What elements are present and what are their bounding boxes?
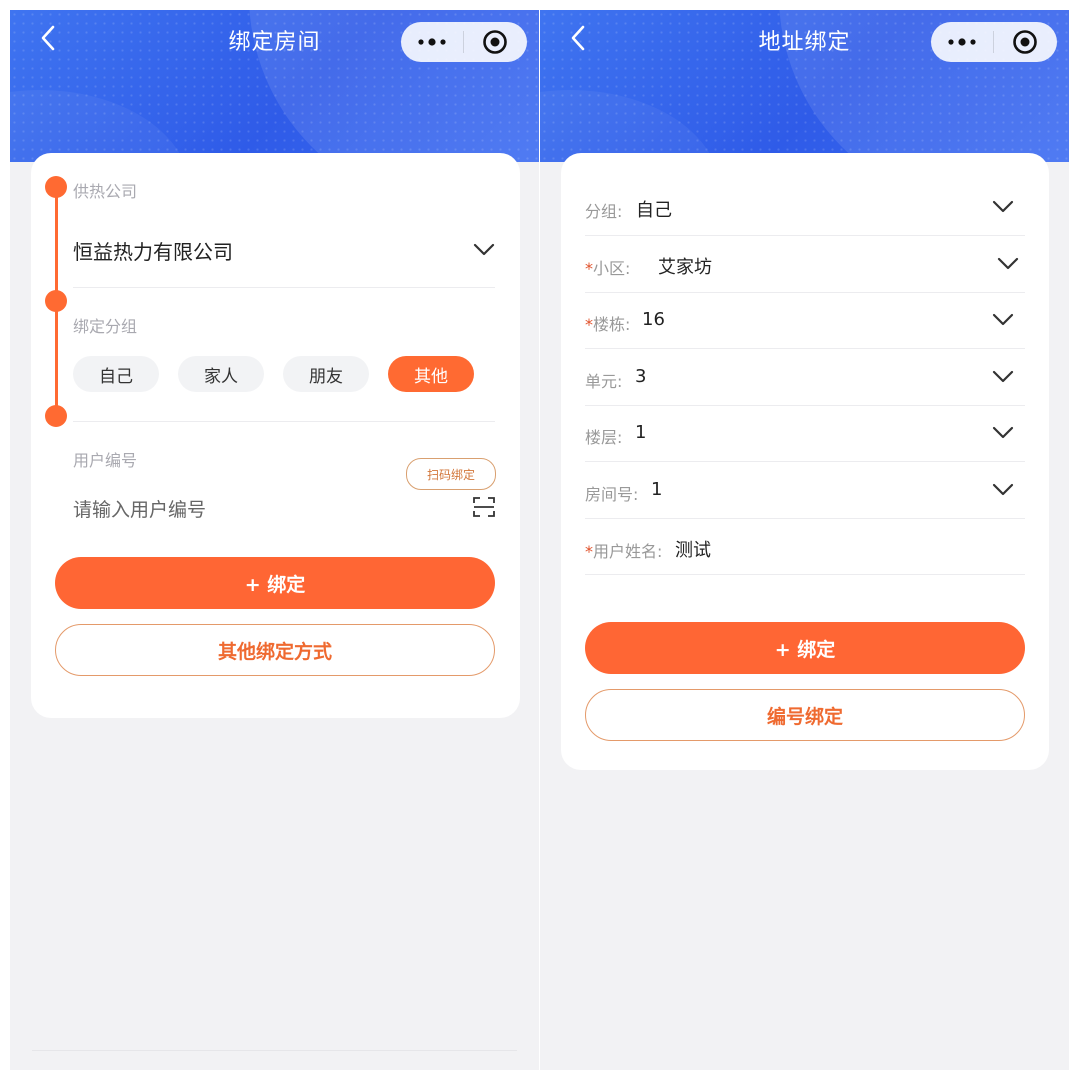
bind-button[interactable]: + 绑定 — [55, 557, 495, 609]
chevron-down-icon[interactable] — [992, 370, 1014, 384]
divider — [585, 235, 1025, 236]
divider — [585, 461, 1025, 462]
other-bind-method-button[interactable]: 其他绑定方式 — [55, 624, 495, 676]
scan-icon[interactable] — [473, 496, 495, 518]
community-field-value[interactable]: 艾家坊 — [658, 253, 712, 279]
close-target-icon — [483, 30, 507, 54]
scan-bind-button[interactable]: 扫码绑定 — [406, 458, 496, 490]
close-mini-program-button[interactable] — [994, 22, 1056, 62]
timeline-dot — [45, 290, 67, 312]
company-label: 供热公司 — [73, 182, 138, 201]
divider — [585, 292, 1025, 293]
community-field-label: *小区: — [585, 259, 631, 278]
room-field-value[interactable]: 1 — [651, 479, 662, 500]
bind-button[interactable]: + 绑定 — [585, 622, 1025, 674]
bind-room-screen: 绑定房间 供热公司 恒益热力有限公司 绑定分组 自己 家人 朋友 其他 用户编号… — [10, 10, 539, 1070]
chevron-down-icon[interactable] — [992, 200, 1014, 214]
unit-field-label: 单元: — [585, 372, 623, 391]
mini-program-capsule — [401, 22, 527, 62]
divider — [585, 348, 1025, 349]
divider — [73, 287, 495, 288]
close-mini-program-button[interactable] — [464, 22, 526, 62]
chevron-down-icon[interactable] — [997, 257, 1019, 271]
timeline-dot — [45, 405, 67, 427]
user-name-field-value[interactable]: 测试 — [675, 536, 711, 562]
group-field-label: 分组: — [585, 202, 623, 221]
user-number-input[interactable]: 请输入用户编号 — [73, 495, 206, 522]
chevron-down-icon[interactable] — [992, 426, 1014, 440]
group-label: 绑定分组 — [73, 317, 138, 336]
room-field-label: 房间号: — [585, 485, 639, 504]
user-name-field-label: *用户姓名: — [585, 542, 663, 561]
more-button[interactable] — [401, 22, 463, 62]
close-target-icon — [1013, 30, 1037, 54]
user-number-label: 用户编号 — [73, 451, 138, 470]
chevron-down-icon[interactable] — [992, 483, 1014, 497]
divider — [585, 518, 1025, 519]
group-chip-family[interactable]: 家人 — [178, 356, 264, 392]
mini-program-capsule — [931, 22, 1057, 62]
group-chip-friend[interactable]: 朋友 — [283, 356, 369, 392]
timeline-dot — [45, 176, 67, 198]
divider — [32, 1050, 517, 1051]
header-banner: 绑定房间 — [10, 10, 539, 162]
building-field-label: *楼栋: — [585, 315, 631, 334]
floor-field-label: 楼层: — [585, 428, 623, 447]
unit-field-value[interactable]: 3 — [635, 366, 646, 387]
divider — [585, 405, 1025, 406]
header-banner: 地址绑定 — [540, 10, 1069, 162]
building-field-value[interactable]: 16 — [642, 309, 665, 330]
chevron-down-icon[interactable] — [992, 313, 1014, 327]
more-dots-icon — [418, 38, 446, 46]
group-field-value[interactable]: 自己 — [636, 196, 672, 222]
company-select[interactable]: 恒益热力有限公司 — [73, 236, 233, 265]
group-chip-self[interactable]: 自己 — [73, 356, 159, 392]
chevron-down-icon[interactable] — [473, 243, 495, 257]
more-dots-icon — [948, 38, 976, 46]
divider — [73, 421, 495, 422]
divider — [585, 574, 1025, 575]
floor-field-value[interactable]: 1 — [635, 422, 646, 443]
more-button[interactable] — [931, 22, 993, 62]
address-bind-screen: 地址绑定 分组: 自己 *小区: 艾家坊 *楼栋: 16 单元: 3 楼层: 1… — [540, 10, 1069, 1070]
number-bind-button[interactable]: 编号绑定 — [585, 689, 1025, 741]
group-chip-other[interactable]: 其他 — [388, 356, 474, 392]
